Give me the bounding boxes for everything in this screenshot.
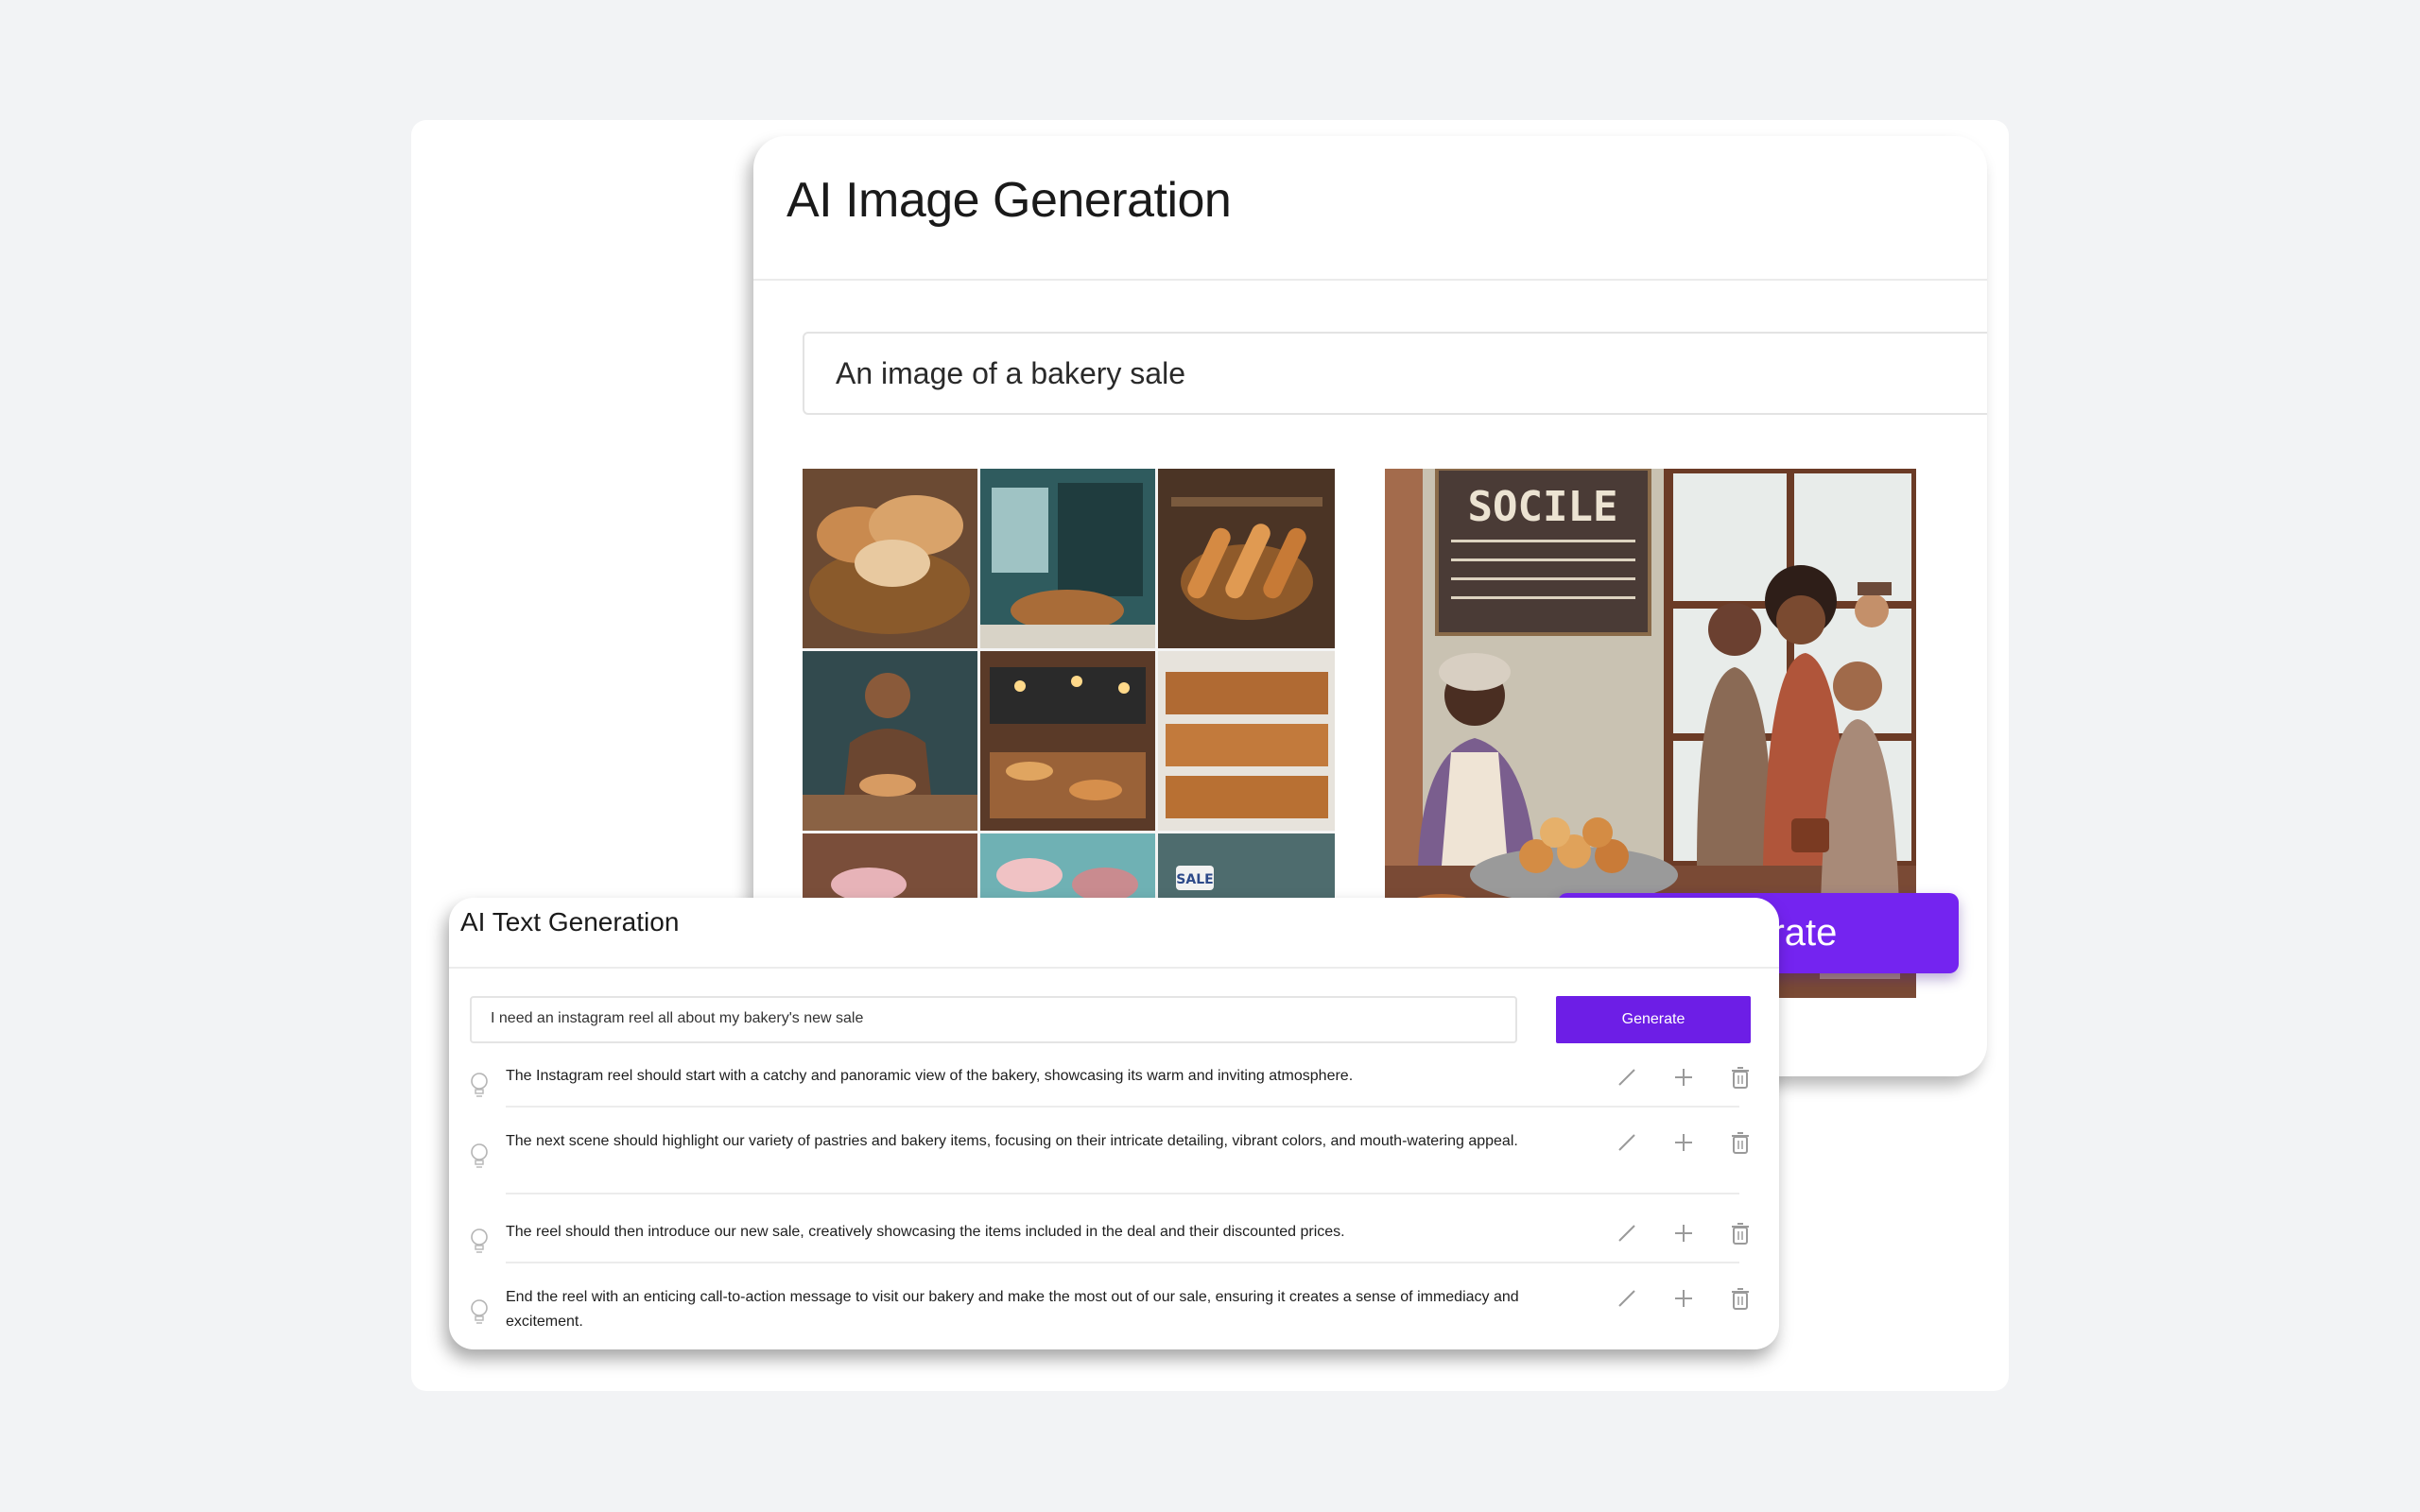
result-text: End the reel with an enticing call-to-ac… <box>506 1289 1519 1330</box>
text-generation-window: AI Text Generation I need an instagram r… <box>449 898 1779 1349</box>
lightbulb-icon <box>471 1143 488 1168</box>
trash-icon[interactable] <box>1727 1285 1754 1312</box>
trash-icon[interactable] <box>1727 1220 1754 1246</box>
sale-tag: SALE <box>1176 872 1213 887</box>
trash-icon[interactable] <box>1727 1064 1754 1091</box>
lightbulb-icon <box>471 1228 488 1253</box>
pencil-icon[interactable] <box>1614 1129 1640 1156</box>
bakery-collage-image: SALE <box>803 469 1335 899</box>
image-prompt-input[interactable]: An image of a bakery sale <box>803 332 1987 415</box>
result-text: The Instagram reel should start with a c… <box>506 1068 1354 1084</box>
plus-icon[interactable] <box>1670 1220 1697 1246</box>
lightbulb-icon <box>471 1299 488 1324</box>
divider <box>449 967 1779 969</box>
pencil-icon[interactable] <box>1614 1064 1640 1091</box>
pencil-icon[interactable] <box>1614 1220 1640 1246</box>
scene-sign-text: SOCILE <box>1468 483 1618 531</box>
row-divider <box>506 1262 1739 1263</box>
plus-icon[interactable] <box>1670 1064 1697 1091</box>
row-divider <box>506 1106 1739 1108</box>
text-prompt-input[interactable]: I need an instagram reel all about my ba… <box>470 996 1517 1043</box>
lightbulb-icon <box>471 1073 488 1097</box>
text-generation-title: AI Text Generation <box>460 907 680 936</box>
divider <box>753 279 1987 281</box>
plus-icon[interactable] <box>1670 1285 1697 1312</box>
image-generation-title: AI Image Generation <box>786 173 1232 228</box>
pencil-icon[interactable] <box>1614 1285 1640 1312</box>
trash-icon[interactable] <box>1727 1129 1754 1156</box>
result-text: The reel should then introduce our new s… <box>506 1224 1345 1240</box>
row-divider <box>506 1193 1739 1194</box>
generate-button[interactable]: Generate <box>1556 996 1751 1043</box>
generated-image-bakery-collage[interactable]: SALE <box>803 469 1335 899</box>
result-text: The next scene should highlight our vari… <box>506 1133 1518 1149</box>
plus-icon[interactable] <box>1670 1129 1697 1156</box>
